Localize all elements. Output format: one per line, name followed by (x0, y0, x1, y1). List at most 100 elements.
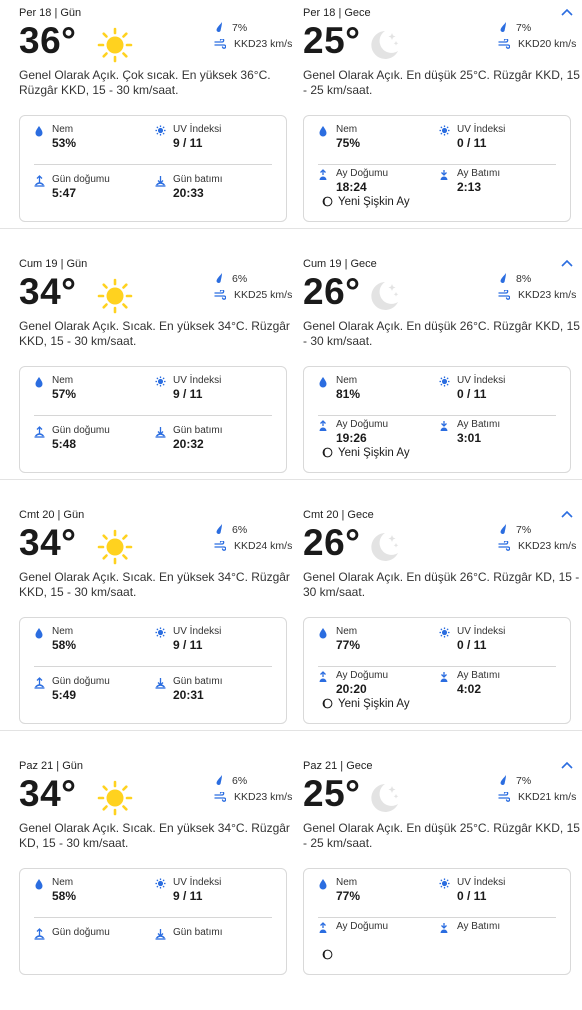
set-label: Ay Batımı (457, 921, 501, 932)
temperature: 34° (19, 522, 77, 563)
period-header: Per 18 | Gece (303, 7, 371, 19)
temperature: 34° (19, 271, 77, 312)
precipitation-value: 7% (516, 775, 532, 787)
humidity-label: Nem (336, 375, 358, 386)
period-header: Cmt 20 | Gün (19, 509, 85, 521)
sun-icon (97, 529, 133, 565)
precipitation: 7% (498, 21, 531, 34)
moon-phase: Yeni Şişkin Ay (322, 698, 410, 710)
rise-value: 5:49 (52, 688, 77, 702)
rise-value: 20:20 (336, 682, 367, 696)
moon-phase-icon (322, 196, 338, 208)
temperature: 25° (303, 20, 361, 61)
humidity-label: Nem (336, 877, 358, 888)
card-divider (34, 666, 272, 667)
day-forecast-column: Cum 19 | Gün 34° 6% KKD25 km/s Genel Ola… (19, 257, 301, 473)
humidity-label: Nem (52, 877, 74, 888)
temperature: 36° (19, 20, 77, 61)
uv-value: 9 / 11 (173, 136, 203, 150)
wind-icon (214, 289, 234, 301)
humidity-value: 81% (336, 387, 361, 401)
set-value: 20:32 (173, 437, 204, 451)
set-value: 20:33 (173, 186, 204, 200)
night-forecast-column: Paz 21 | Gece 25° 7% KKD21 km/s Genel Ol… (303, 759, 582, 975)
precipitation-value: 8% (516, 273, 532, 285)
forecast-description: Genel Olarak Açık. Sıcak. En yüksek 34°C… (19, 821, 290, 850)
wind-value: KKD20 km/s (518, 38, 577, 50)
forecast-description: Genel Olarak Açık. En düşük 26°C. Rüzgâr… (303, 319, 580, 348)
details-card: Nem 57% UV İndeksi 9 / 11 Gün doğumu 5:4… (19, 366, 287, 473)
period-header: Cum 19 | Gece (303, 258, 377, 270)
period-header: Paz 21 | Gece (303, 760, 373, 772)
rain-drop-icon (214, 775, 232, 787)
temperature-row: 34° 6% KKD24 km/s (19, 522, 301, 566)
uv-label: UV İndeksi (457, 626, 506, 637)
temperature-row: 25° 7% KKD20 km/s (303, 20, 582, 64)
humidity-value: 75% (336, 136, 361, 150)
moon-icon (365, 27, 401, 63)
uv-value: 9 / 11 (173, 638, 203, 652)
rise-value: 19:26 (336, 431, 367, 445)
humidity-value: 77% (336, 638, 361, 652)
wind: KKD23 km/s (498, 540, 576, 552)
set-label: Ay Batımı (457, 670, 501, 681)
moon-icon (365, 278, 401, 314)
night-forecast-column: Cmt 20 | Gece 26° 7% KKD23 km/s Genel Ol… (303, 508, 582, 724)
details-card: Nem 53% UV İndeksi 9 / 11 Gün doğumu 5:4… (19, 115, 287, 222)
details-card: Nem 58% UV İndeksi 9 / 11 Gün doğumu Gün… (19, 868, 287, 975)
uv-label: UV İndeksi (173, 626, 222, 637)
night-forecast-column: Cum 19 | Gece 26° 8% KKD23 km/s Genel Ol… (303, 257, 582, 473)
humidity-label: Nem (52, 626, 74, 637)
uv-label: UV İndeksi (457, 124, 506, 135)
wind-value: KKD24 km/s (234, 540, 293, 552)
section-divider (0, 479, 582, 480)
details-card: Nem 75% UV İndeksi 0 / 11 Ay Doğumu 18:2… (303, 115, 571, 222)
details-card: Nem 58% UV İndeksi 9 / 11 Gün doğumu 5:4… (19, 617, 287, 724)
uv-value: 0 / 11 (457, 638, 487, 652)
temperature: 25° (303, 773, 361, 814)
rise-label: Gün doğumu (52, 927, 110, 938)
period-header: Per 18 | Gün (19, 7, 82, 19)
card-divider (34, 917, 272, 918)
wind-value: KKD23 km/s (518, 289, 577, 301)
sun-icon (97, 780, 133, 816)
humidity-label: Nem (336, 124, 358, 135)
card-divider (318, 917, 556, 918)
sun-icon (97, 278, 133, 314)
wind-value: KKD25 km/s (234, 289, 293, 301)
card-divider (318, 415, 556, 416)
rain-drop-icon (214, 22, 232, 34)
precipitation-value: 6% (232, 524, 248, 536)
temperature-row: 25° 7% KKD21 km/s (303, 773, 582, 817)
section-divider (0, 228, 582, 229)
rise-value: 5:47 (52, 186, 77, 200)
wind-value: KKD23 km/s (234, 791, 293, 803)
rise-label: Ay Doğumu (336, 921, 389, 932)
forecast-description: Genel Olarak Açık. Sıcak. En yüksek 34°C… (19, 319, 290, 348)
rise-label: Ay Doğumu (336, 670, 389, 681)
rise-label: Gün doğumu (52, 425, 110, 436)
precipitation-value: 7% (516, 524, 532, 536)
temperature-row: 34° 6% KKD25 km/s (19, 271, 301, 315)
details-card: Nem 77% UV İndeksi 0 / 11 Ay Doğumu 20:2… (303, 617, 571, 724)
wind: KKD24 km/s (214, 540, 292, 552)
precipitation: 7% (214, 21, 247, 34)
precipitation: 7% (498, 774, 531, 787)
sun-icon (97, 27, 133, 63)
uv-value: 0 / 11 (457, 387, 487, 401)
wind: KKD23 km/s (498, 289, 576, 301)
moon-phase (322, 949, 338, 961)
humidity-value: 57% (52, 387, 77, 401)
moon-phase-label: Yeni Şişkin Ay (338, 447, 410, 459)
card-divider (34, 164, 272, 165)
wind-icon (214, 791, 234, 803)
night-forecast-column: Per 18 | Gece 25° 7% KKD20 km/s Genel Ol… (303, 6, 582, 222)
humidity-label: Nem (336, 626, 358, 637)
day-forecast-section: Paz 21 | Gün 34° 6% KKD23 km/s Genel Ola… (0, 759, 582, 1010)
rain-drop-icon (498, 775, 516, 787)
day-forecast-column: Per 18 | Gün 36° 7% KKD23 km/s Genel Ola… (19, 6, 301, 222)
moon-icon (365, 780, 401, 816)
precipitation: 7% (498, 523, 531, 536)
forecast-description: Genel Olarak Açık. En düşük 25°C. Rüzgâr… (303, 821, 580, 850)
set-value: 2:13 (457, 180, 482, 194)
